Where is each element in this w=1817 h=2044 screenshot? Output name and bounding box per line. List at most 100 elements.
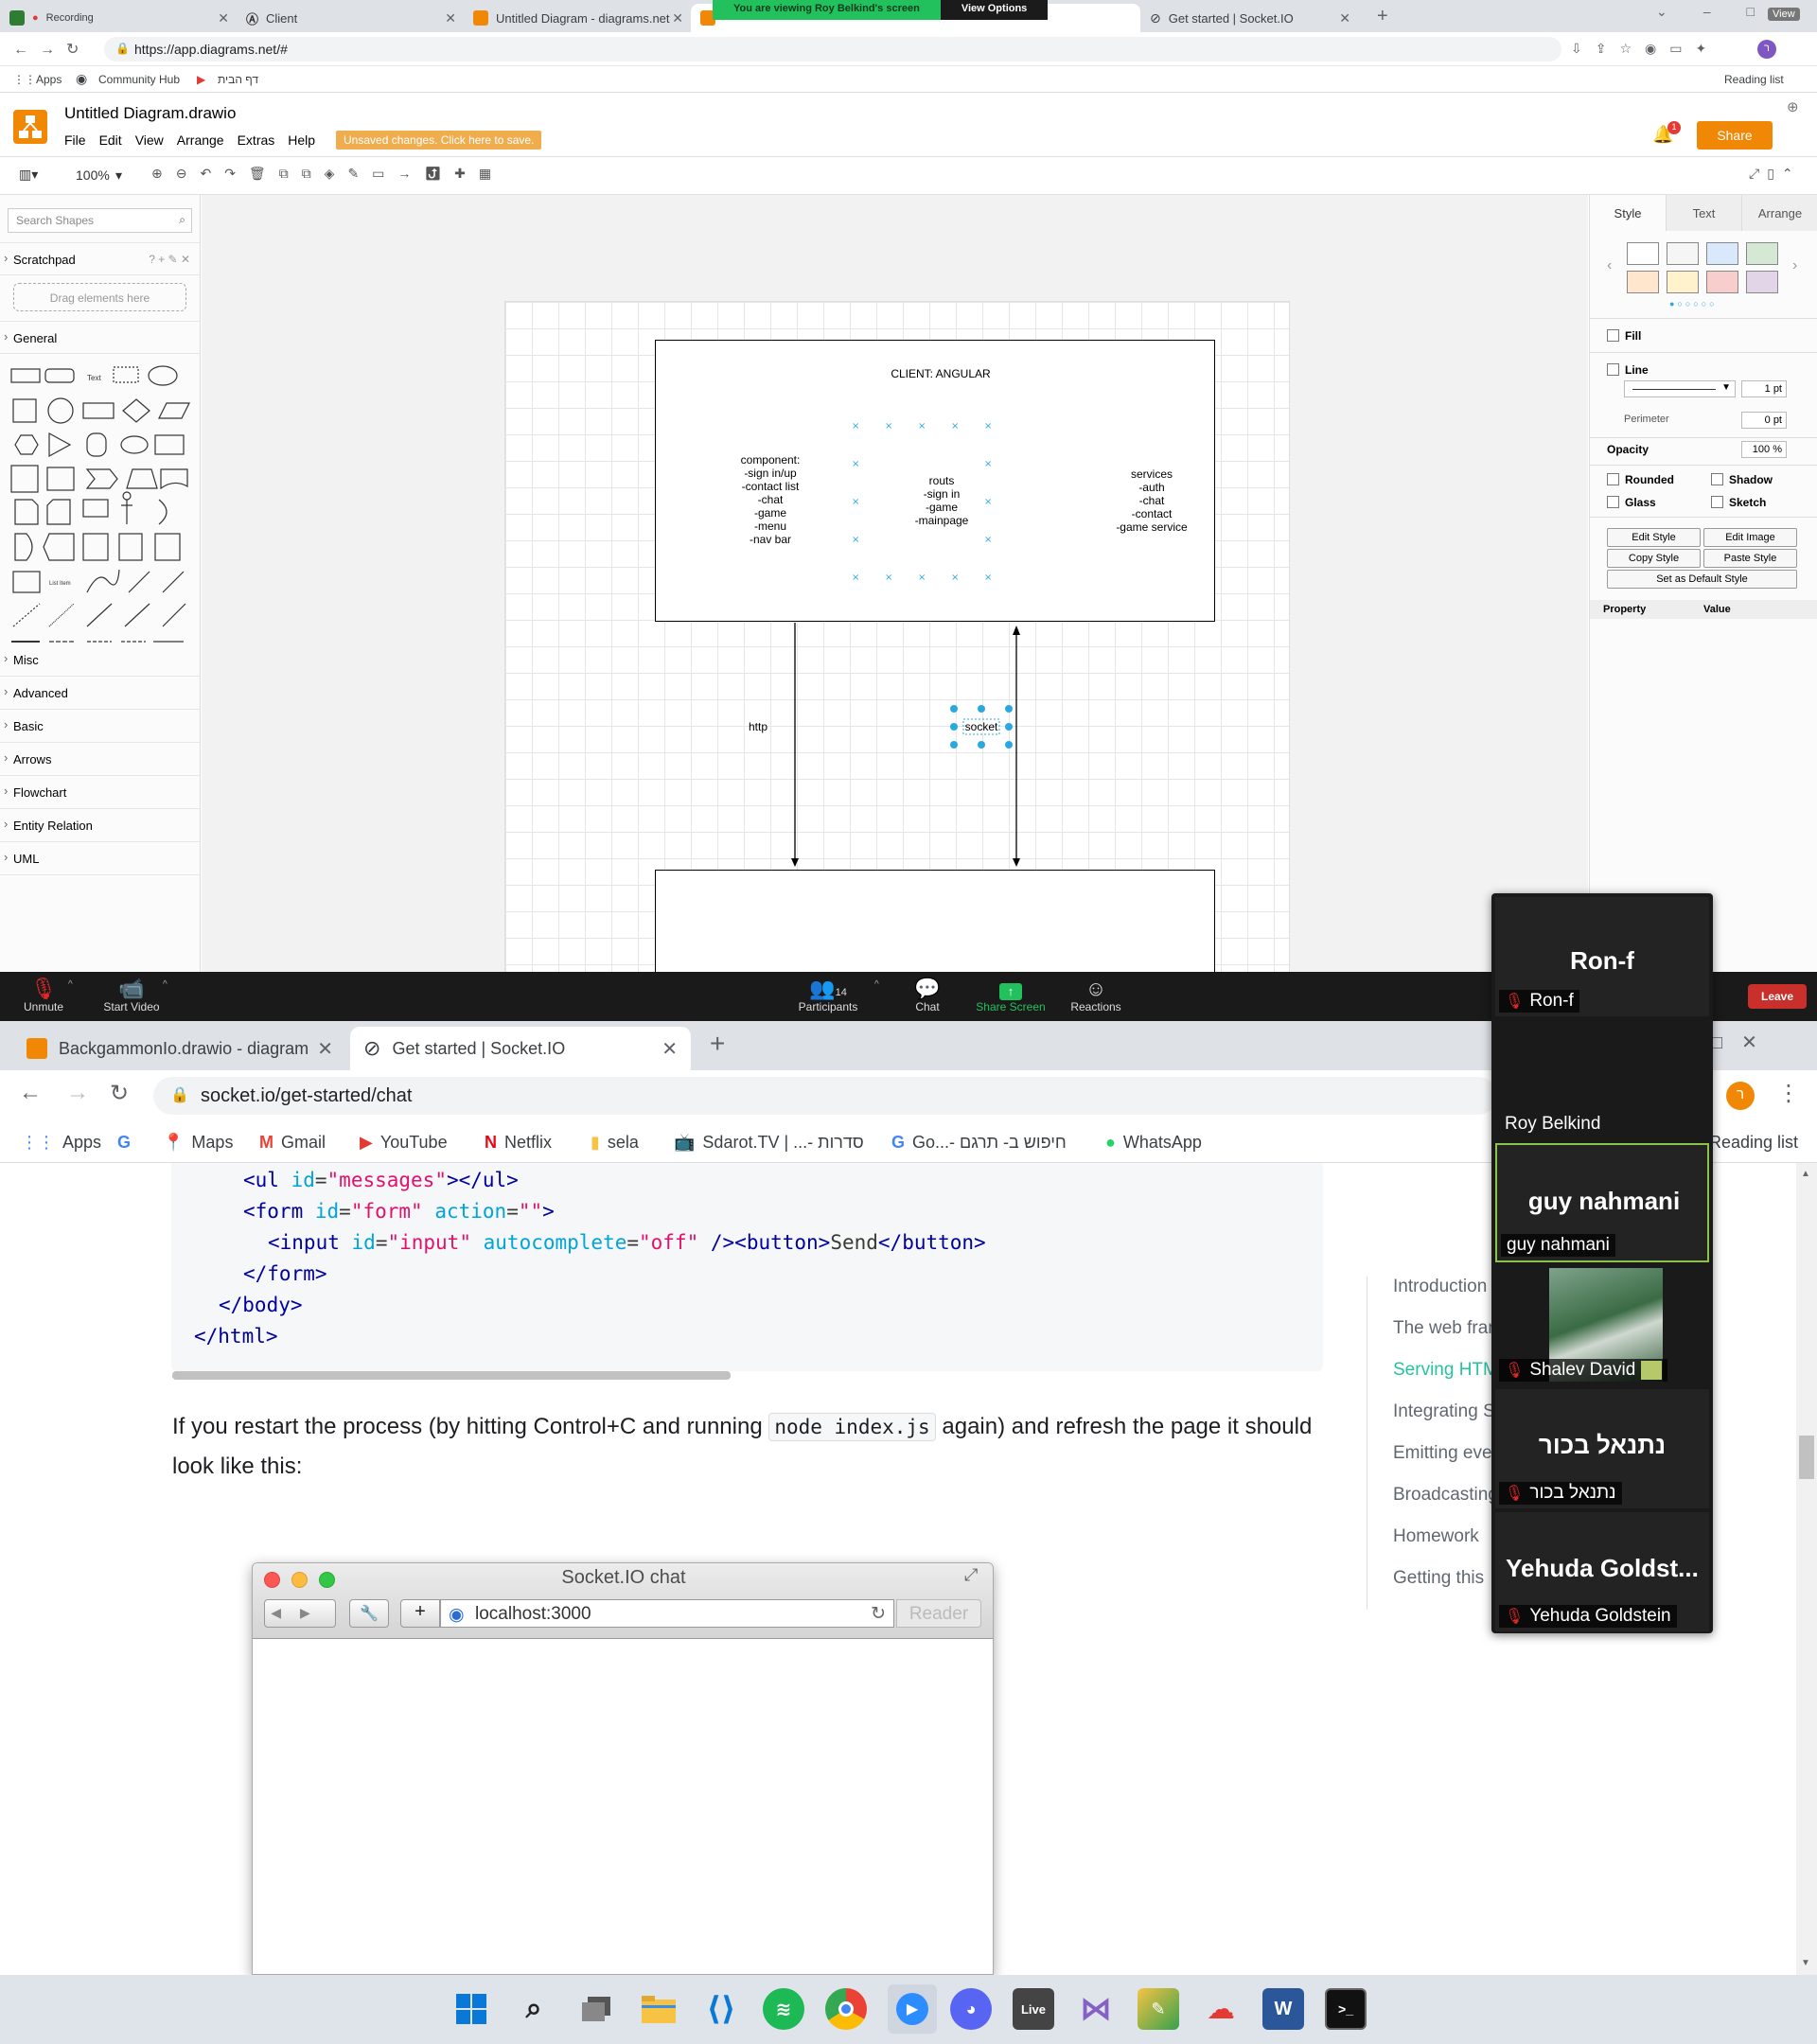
scratchpad-dropzone[interactable]: Drag elements here	[13, 283, 186, 311]
back-icon[interactable]: ←	[19, 1080, 42, 1106]
tab-style[interactable]: Style	[1590, 195, 1666, 231]
participant-tile[interactable]: Roy Belkind	[1495, 1020, 1709, 1139]
view-options-button[interactable]: View Options	[940, 0, 1049, 20]
toc-item[interactable]: Introduction	[1367, 1277, 1499, 1318]
tab-arrange[interactable]: Arrange	[1741, 195, 1817, 231]
bookmark-youtube[interactable]: ▶ YouTube	[360, 1133, 448, 1153]
search-shapes-input[interactable]: Search Shapes ⌕	[8, 208, 192, 233]
word-icon[interactable]: W	[1262, 1988, 1304, 2030]
sidebar-item-arrows[interactable]: Arrows	[0, 743, 200, 776]
bookmark-whatsapp[interactable]: ● WhatsApp	[1105, 1133, 1202, 1153]
close-icon[interactable]: ✕	[1339, 10, 1350, 26]
scratchpad-section[interactable]: Scratchpad ? + ✎ ✕	[0, 242, 200, 275]
style-swatch[interactable]	[1627, 271, 1659, 293]
unsaved-changes-button[interactable]: Unsaved changes. Click here to save.	[336, 131, 542, 150]
bookmark-netflix[interactable]: N Netflix	[485, 1133, 552, 1153]
chevron-right-icon[interactable]: ›	[1792, 257, 1797, 274]
glass-checkbox[interactable]: Glass	[1607, 496, 1656, 509]
format-panel-toggle-icon[interactable]: ▥▾	[19, 167, 38, 183]
style-swatch[interactable]	[1667, 242, 1699, 265]
close-icon[interactable]: ✕	[672, 10, 683, 26]
task-view-icon[interactable]	[575, 1988, 617, 2030]
bookmark-sdarot[interactable]: 📺 Sdarot.TV | ...- סדרות	[674, 1133, 864, 1153]
shared-tab-socketio[interactable]: ⊘ Get started | Socket.IO ✕	[1140, 4, 1358, 32]
shared-url-field[interactable]: 🔒 https://app.diagrams.net/#	[104, 37, 1561, 62]
perimeter-input[interactable]: 0 pt	[1741, 412, 1787, 429]
profile-avatar[interactable]: ר	[1726, 1082, 1755, 1110]
sidebar-item-entity-relation[interactable]: Entity Relation	[0, 809, 200, 842]
close-icon[interactable]: ✕	[662, 1037, 678, 1061]
rounded-checkbox[interactable]: Rounded	[1607, 473, 1674, 486]
start-icon[interactable]	[450, 1988, 492, 2030]
bookmark-gmail[interactable]: M Gmail	[259, 1133, 326, 1153]
kebab-menu-icon[interactable]: ⋮	[1777, 1080, 1800, 1107]
chevron-up-icon[interactable]: ^	[68, 979, 73, 990]
menu-view[interactable]: View	[135, 132, 164, 148]
tab-backgammon-diagram[interactable]: BackgammonIo.drawio - diagram ✕	[13, 1027, 346, 1070]
scroll-up-icon[interactable]: ▲	[1801, 1169, 1810, 1179]
chevron-up-icon[interactable]: ^	[163, 979, 168, 990]
share-screen-button[interactable]: ↑ Share Screen	[975, 978, 1047, 1013]
reactions-button[interactable]: ☺ Reactions	[1067, 978, 1124, 1014]
discord-icon[interactable]: ◕	[950, 1988, 992, 2030]
edit-style-button[interactable]: Edit Style	[1607, 528, 1701, 547]
server-box[interactable]	[655, 870, 1215, 972]
style-swatch[interactable]	[1746, 271, 1778, 293]
bookmark-apps[interactable]: ⋮⋮ Apps	[21, 1133, 101, 1153]
chevron-up-icon[interactable]: ^	[874, 979, 879, 990]
bookmark-maps[interactable]: 📍 Maps	[163, 1133, 233, 1153]
code-scrollbar[interactable]	[172, 1371, 731, 1380]
style-swatch[interactable]	[1706, 271, 1738, 293]
toc-item[interactable]: Broadcasting	[1367, 1485, 1499, 1526]
visual-studio-icon[interactable]: ⋈	[1075, 1988, 1117, 2030]
chevron-left-icon[interactable]: ‹	[1607, 257, 1612, 274]
file-explorer-icon[interactable]	[638, 1988, 679, 2030]
page-dots[interactable]: ●○○○○○	[1669, 299, 1718, 308]
toc-item[interactable]: Getting this	[1367, 1568, 1499, 1610]
bookmark-home[interactable]: דף הבית	[218, 73, 258, 86]
ccleaner-icon[interactable]: ☁	[1200, 1988, 1242, 2030]
chevron-down-icon[interactable]: ▾	[115, 167, 122, 184]
scratchpad-icons[interactable]: ? + ✎ ✕	[149, 253, 190, 266]
opacity-input[interactable]: 100 %	[1741, 441, 1787, 458]
chrome-icon[interactable]	[825, 1988, 867, 2030]
unmute-button[interactable]: 🎙 Unmute	[17, 978, 70, 1014]
toc-item[interactable]: Homework	[1367, 1526, 1499, 1568]
toc-item[interactable]: Integrating S	[1367, 1401, 1499, 1443]
line-checkbox[interactable]: Line	[1607, 363, 1649, 377]
general-section[interactable]: General	[0, 321, 200, 354]
fullscreen-icons[interactable]: ⤢▯⌃	[1749, 166, 1801, 182]
general-shapes-grid[interactable]: Text List Item	[0, 354, 200, 643]
zoom-level[interactable]: 100%	[76, 167, 110, 183]
nav-icons[interactable]: ←→↻	[13, 40, 90, 59]
socket-label[interactable]: socket	[963, 720, 999, 733]
chat-button[interactable]: 💬 Chat	[908, 978, 946, 1014]
bookmark-google[interactable]: G	[117, 1133, 131, 1153]
scroll-thumb[interactable]	[1799, 1436, 1814, 1479]
reading-list[interactable]: Reading list	[1724, 73, 1784, 86]
bookmark-apps[interactable]: Apps	[36, 73, 62, 86]
url-field[interactable]: 🔒 socket.io/get-started/chat	[153, 1077, 1497, 1115]
style-swatch[interactable]	[1667, 271, 1699, 293]
participant-tile[interactable]: Yehuda Goldst... 🎙 Yehuda Goldstein	[1495, 1512, 1709, 1631]
new-tab-icon[interactable]: +	[710, 1029, 725, 1059]
participant-tile[interactable]: Ron-f 🎙 Ron-f	[1495, 897, 1709, 1016]
shadow-checkbox[interactable]: Shadow	[1711, 473, 1773, 486]
leave-button[interactable]: Leave	[1748, 984, 1807, 1009]
close-icon[interactable]: ✕	[317, 1037, 333, 1061]
reload-icon[interactable]: ↻	[110, 1080, 129, 1107]
bookmark-sela[interactable]: ▮ sela	[591, 1133, 639, 1153]
sketch-checkbox[interactable]: Sketch	[1711, 496, 1766, 509]
sidebar-item-misc[interactable]: Misc	[0, 643, 200, 677]
close-icon[interactable]: ✕	[218, 10, 229, 26]
set-default-style-button[interactable]: Set as Default Style	[1607, 570, 1797, 589]
line-pattern-select[interactable]: ▼	[1624, 380, 1736, 397]
terminal-icon[interactable]: >_	[1325, 1988, 1367, 2030]
sidebar-item-uml[interactable]: UML	[0, 842, 200, 875]
menu-file[interactable]: File	[64, 132, 86, 148]
participant-tile-active-speaker[interactable]: guy nahmani guy nahmani	[1495, 1143, 1709, 1262]
profile-avatar[interactable]: ר	[1757, 40, 1776, 59]
page-scrollbar[interactable]: ▲ ▼	[1796, 1163, 1817, 1975]
paint-icon[interactable]: ✎	[1138, 1988, 1179, 2030]
diagram-canvas[interactable]: CLIENT: ANGULAR component: -sign in/up -…	[202, 195, 1588, 972]
